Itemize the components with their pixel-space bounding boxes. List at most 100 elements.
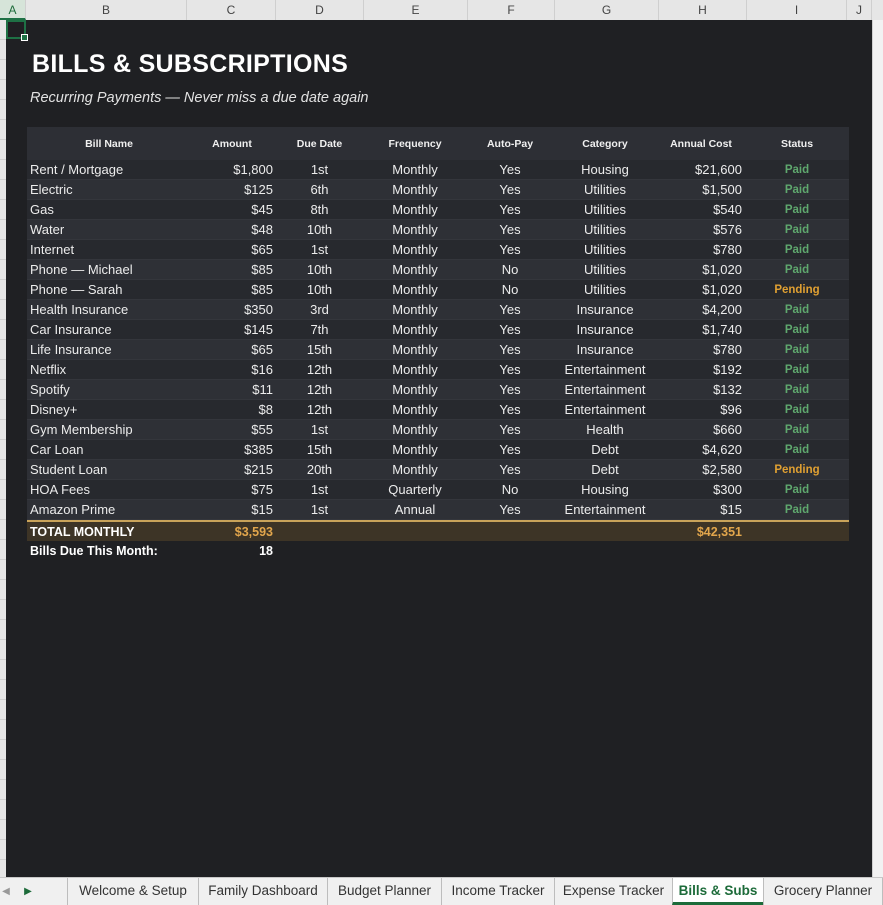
cell-amount[interactable]: $215 bbox=[188, 462, 276, 477]
cell-amount[interactable]: $350 bbox=[188, 302, 276, 317]
cell-status[interactable]: Paid bbox=[745, 204, 849, 216]
cell-bill-name[interactable]: Netflix bbox=[27, 362, 188, 377]
column-header-c[interactable]: C bbox=[187, 0, 276, 20]
cell-frequency[interactable]: Monthly bbox=[363, 462, 467, 477]
cell-due-date[interactable]: 1st bbox=[276, 422, 363, 437]
prev-sheet-icon[interactable]: ◀ bbox=[0, 878, 12, 905]
cell-annual-cost[interactable]: $576 bbox=[657, 222, 745, 237]
cell-amount[interactable]: $11 bbox=[188, 382, 276, 397]
cell-category[interactable]: Entertainment bbox=[553, 362, 657, 377]
cell-annual-cost[interactable]: $96 bbox=[657, 402, 745, 417]
cell-due-date[interactable]: 15th bbox=[276, 442, 363, 457]
cell-annual-cost[interactable]: $21,600 bbox=[657, 162, 745, 177]
cell-bill-name[interactable]: Life Insurance bbox=[27, 342, 188, 357]
cell-bill-name[interactable]: Phone — Sarah bbox=[27, 282, 188, 297]
cell-bill-name[interactable]: HOA Fees bbox=[27, 482, 188, 497]
cell-category[interactable]: Insurance bbox=[553, 342, 657, 357]
cell-bill-name[interactable]: Gas bbox=[27, 202, 188, 217]
cell-amount[interactable]: $1,800 bbox=[188, 162, 276, 177]
cell-due-date[interactable]: 6th bbox=[276, 182, 363, 197]
cell-frequency[interactable]: Monthly bbox=[363, 262, 467, 277]
cell-due-date[interactable]: 3rd bbox=[276, 302, 363, 317]
cell-status[interactable]: Paid bbox=[745, 424, 849, 436]
cell-category[interactable]: Entertainment bbox=[553, 402, 657, 417]
cell-due-date[interactable]: 15th bbox=[276, 342, 363, 357]
total-label[interactable]: TOTAL MONTHLY bbox=[27, 525, 188, 539]
cell-category[interactable]: Utilities bbox=[553, 262, 657, 277]
cell-category[interactable]: Utilities bbox=[553, 222, 657, 237]
cell-category[interactable]: Utilities bbox=[553, 202, 657, 217]
header-amount[interactable]: Amount bbox=[188, 138, 276, 150]
header-annual-cost[interactable]: Annual Cost bbox=[657, 138, 745, 150]
cell-annual-cost[interactable]: $132 bbox=[657, 382, 745, 397]
cell-due-date[interactable]: 20th bbox=[276, 462, 363, 477]
header-auto-pay[interactable]: Auto-Pay bbox=[467, 138, 553, 150]
cell-auto-pay[interactable]: No bbox=[467, 482, 553, 497]
tab-family-dashboard[interactable]: Family Dashboard bbox=[198, 878, 327, 905]
cell-category[interactable]: Entertainment bbox=[553, 502, 657, 517]
cell-auto-pay[interactable]: Yes bbox=[467, 322, 553, 337]
cell-amount[interactable]: $145 bbox=[188, 322, 276, 337]
cell-amount[interactable]: $15 bbox=[188, 502, 276, 517]
cell-annual-cost[interactable]: $660 bbox=[657, 422, 745, 437]
column-header-f[interactable]: F bbox=[468, 0, 555, 20]
cell-amount[interactable]: $65 bbox=[188, 342, 276, 357]
cell-due-date[interactable]: 10th bbox=[276, 222, 363, 237]
tab-welcome-setup[interactable]: Welcome & Setup bbox=[67, 878, 198, 905]
cell-bill-name[interactable]: Electric bbox=[27, 182, 188, 197]
cell-amount[interactable]: $125 bbox=[188, 182, 276, 197]
cell-status[interactable]: Paid bbox=[745, 324, 849, 336]
cell-category[interactable]: Entertainment bbox=[553, 382, 657, 397]
cell-auto-pay[interactable]: Yes bbox=[467, 342, 553, 357]
sheet-canvas[interactable]: BILLS & SUBSCRIPTIONS Recurring Payments… bbox=[6, 20, 872, 877]
cell-annual-cost[interactable]: $1,500 bbox=[657, 182, 745, 197]
cell-annual-cost[interactable]: $780 bbox=[657, 342, 745, 357]
cell-bill-name[interactable]: Phone — Michael bbox=[27, 262, 188, 277]
cell-annual-cost[interactable]: $2,580 bbox=[657, 462, 745, 477]
cell-amount[interactable]: $48 bbox=[188, 222, 276, 237]
cell-bill-name[interactable]: Spotify bbox=[27, 382, 188, 397]
cell-frequency[interactable]: Monthly bbox=[363, 302, 467, 317]
cell-due-date[interactable]: 10th bbox=[276, 262, 363, 277]
cell-auto-pay[interactable]: Yes bbox=[467, 442, 553, 457]
cell-status[interactable]: Paid bbox=[745, 504, 849, 516]
cell-auto-pay[interactable]: Yes bbox=[467, 302, 553, 317]
cell-frequency[interactable]: Monthly bbox=[363, 242, 467, 257]
cell-frequency[interactable]: Monthly bbox=[363, 182, 467, 197]
cell-frequency[interactable]: Monthly bbox=[363, 162, 467, 177]
cell-annual-cost[interactable]: $300 bbox=[657, 482, 745, 497]
cell-due-date[interactable]: 8th bbox=[276, 202, 363, 217]
header-bill-name[interactable]: Bill Name bbox=[27, 138, 188, 150]
cell-frequency[interactable]: Monthly bbox=[363, 342, 467, 357]
cell-auto-pay[interactable]: Yes bbox=[467, 502, 553, 517]
cell-status[interactable]: Paid bbox=[745, 244, 849, 256]
column-header-h[interactable]: H bbox=[659, 0, 747, 20]
cell-amount[interactable]: $55 bbox=[188, 422, 276, 437]
cell-auto-pay[interactable]: Yes bbox=[467, 182, 553, 197]
cell-category[interactable]: Health bbox=[553, 422, 657, 437]
cell-due-date[interactable]: 1st bbox=[276, 482, 363, 497]
cell-auto-pay[interactable]: Yes bbox=[467, 202, 553, 217]
header-category[interactable]: Category bbox=[553, 138, 657, 150]
cell-frequency[interactable]: Monthly bbox=[363, 322, 467, 337]
cell-status[interactable]: Paid bbox=[745, 164, 849, 176]
cell-annual-cost[interactable]: $1,740 bbox=[657, 322, 745, 337]
cell-frequency[interactable]: Monthly bbox=[363, 422, 467, 437]
cell-status[interactable]: Paid bbox=[745, 344, 849, 356]
cell-auto-pay[interactable]: No bbox=[467, 282, 553, 297]
cell-category[interactable]: Utilities bbox=[553, 282, 657, 297]
cell-status[interactable]: Pending bbox=[745, 284, 849, 296]
cell-status[interactable]: Paid bbox=[745, 184, 849, 196]
active-cell-selection[interactable] bbox=[6, 20, 28, 41]
column-header-e[interactable]: E bbox=[364, 0, 468, 20]
cell-status[interactable]: Paid bbox=[745, 444, 849, 456]
total-annual-cost[interactable]: $42,351 bbox=[657, 525, 745, 539]
bills-due-value[interactable]: 18 bbox=[188, 544, 276, 558]
cell-auto-pay[interactable]: Yes bbox=[467, 422, 553, 437]
cell-category[interactable]: Housing bbox=[553, 482, 657, 497]
cell-annual-cost[interactable]: $540 bbox=[657, 202, 745, 217]
column-header-g[interactable]: G bbox=[555, 0, 659, 20]
cell-due-date[interactable]: 10th bbox=[276, 282, 363, 297]
cell-status[interactable]: Paid bbox=[745, 264, 849, 276]
cell-amount[interactable]: $85 bbox=[188, 262, 276, 277]
